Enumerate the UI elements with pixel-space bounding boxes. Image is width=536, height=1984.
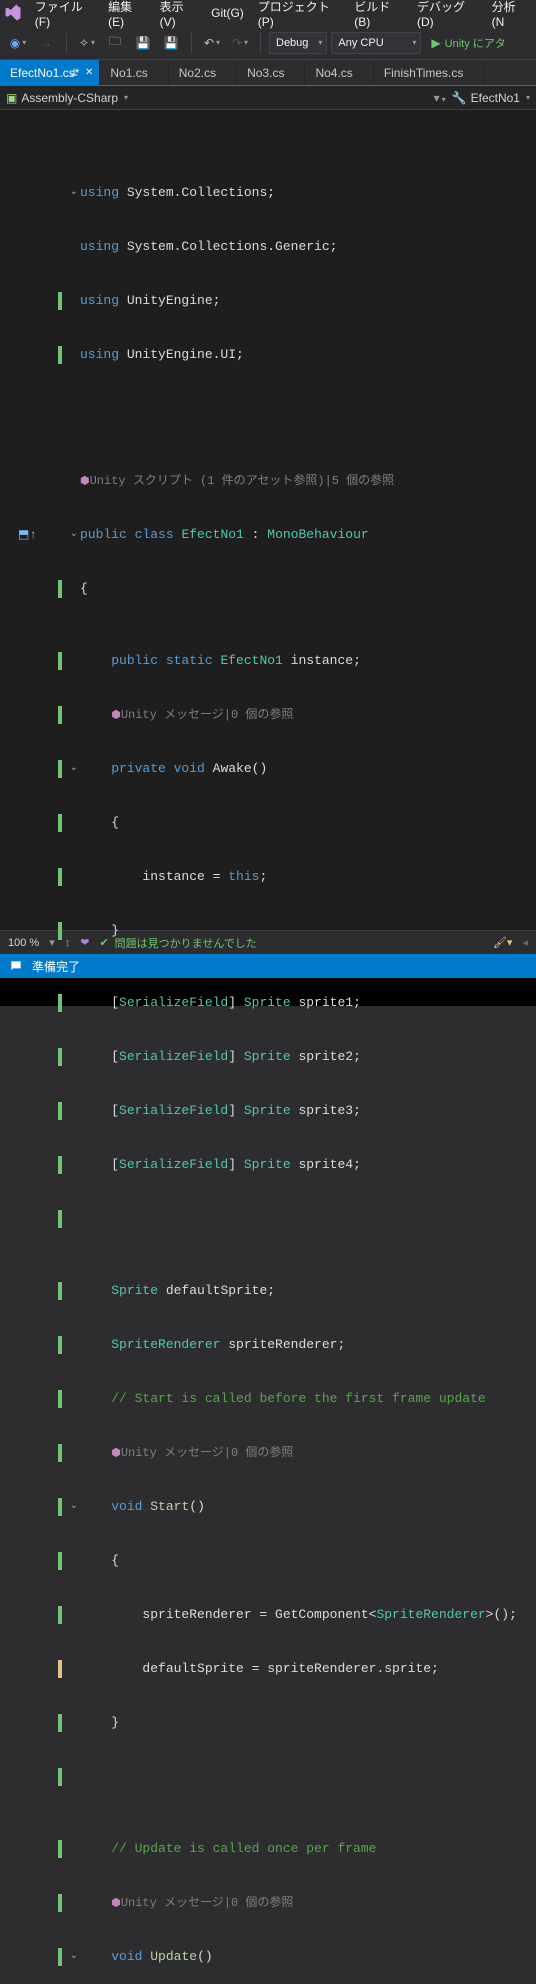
toolbar-sep xyxy=(191,33,192,53)
menu-bar: ファイル(F) 編集(E) 表示(V) Git(G) プロジェクト(P) ビルド… xyxy=(0,0,536,26)
toolbar-sep xyxy=(66,33,67,53)
menu-git[interactable]: Git(G) xyxy=(205,2,250,24)
tab-no2[interactable]: No2.cs xyxy=(169,60,237,85)
tab-label: No1.cs xyxy=(110,66,147,80)
play-icon: ▶ xyxy=(431,36,440,50)
vs-logo-icon xyxy=(4,3,23,23)
fold-toggle[interactable]: ⌄ xyxy=(70,1948,78,1966)
toolbar-sep xyxy=(260,33,261,53)
document-tabs: EfectNo1.cs* ⟂ ✕ No1.cs No2.cs No3.cs No… xyxy=(0,60,536,86)
project-name: Assembly-CSharp xyxy=(21,91,118,105)
csharp-project-icon: ▣ xyxy=(6,91,17,105)
menu-edit[interactable]: 編集(E) xyxy=(102,0,152,33)
tab-label: No4.cs xyxy=(315,66,352,80)
run-label: Unity にアタ xyxy=(445,35,506,51)
project-selector[interactable]: ▣ Assembly-CSharp xyxy=(6,91,128,105)
tab-label: FinishTimes.cs xyxy=(384,66,464,80)
tab-no1[interactable]: No1.cs xyxy=(100,60,168,85)
open-folder-button[interactable]: 🗀 xyxy=(103,31,127,55)
menu-build[interactable]: ビルド(B) xyxy=(348,0,409,33)
pin-icon[interactable]: ⟂ xyxy=(71,67,78,78)
fold-toggle[interactable]: ⌄ xyxy=(70,760,78,778)
class-icon: 🔧 xyxy=(452,91,467,105)
forward-nav-button[interactable]: → xyxy=(34,31,58,55)
platform-combo[interactable]: Any CPU xyxy=(331,32,421,54)
tab-label: No3.cs xyxy=(247,66,284,80)
class-name: EfectNo1 xyxy=(471,91,520,105)
back-nav-button[interactable]: ◉ xyxy=(6,31,30,55)
menu-debug[interactable]: デバッグ(D) xyxy=(411,0,484,33)
config-combo[interactable]: Debug xyxy=(269,32,327,54)
fold-toggle[interactable]: ⌄ xyxy=(70,1498,78,1516)
redo-button[interactable]: ↷ xyxy=(228,31,252,55)
tab-no4[interactable]: No4.cs xyxy=(305,60,373,85)
fold-toggle[interactable]: ⌄ xyxy=(70,184,78,202)
tab-label: EfectNo1.cs* xyxy=(10,66,79,80)
close-icon[interactable]: ✕ xyxy=(85,67,93,78)
navigation-bar: ▣ Assembly-CSharp ▾ 🔧 EfectNo1 xyxy=(0,86,536,110)
run-button[interactable]: ▶ Unity にアタ xyxy=(425,32,511,54)
fold-toggle[interactable]: ⌄ xyxy=(70,526,78,544)
save-all-button[interactable]: 💾 xyxy=(159,31,183,55)
menu-file[interactable]: ファイル(F) xyxy=(29,0,100,33)
tab-finishtimes[interactable]: FinishTimes.cs xyxy=(374,60,485,85)
new-item-button[interactable]: ✧ xyxy=(75,31,99,55)
undo-button[interactable]: ↶ xyxy=(200,31,224,55)
code-editor[interactable]: ⌄using System.Collections; using System.… xyxy=(0,110,536,930)
menu-view[interactable]: 表示(V) xyxy=(154,0,204,33)
tab-label: No2.cs xyxy=(179,66,216,80)
reference-icon[interactable]: ⬒↑ xyxy=(18,526,37,544)
tab-efectno1[interactable]: EfectNo1.cs* ⟂ ✕ xyxy=(0,60,100,85)
code-content[interactable]: ⌄using System.Collections; using System.… xyxy=(0,110,536,930)
tab-no3[interactable]: No3.cs xyxy=(237,60,305,85)
save-button[interactable]: 💾 xyxy=(131,31,155,55)
member-dropdown-left[interactable]: ▾ xyxy=(434,91,446,105)
menu-project[interactable]: プロジェクト(P) xyxy=(252,0,346,33)
menu-analyze[interactable]: 分析(N xyxy=(486,0,532,33)
class-selector[interactable]: 🔧 EfectNo1 xyxy=(452,91,530,105)
